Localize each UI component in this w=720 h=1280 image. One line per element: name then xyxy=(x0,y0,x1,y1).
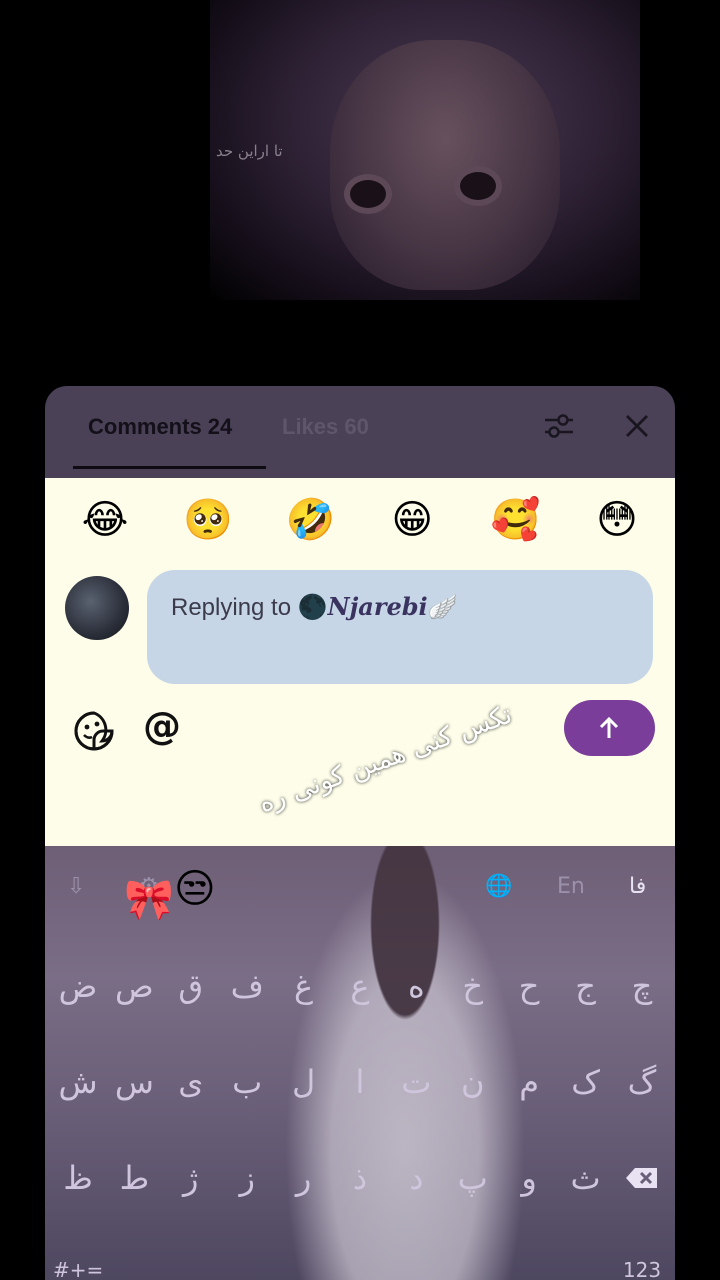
keyboard-lang-en[interactable]: En xyxy=(557,874,585,899)
keyboard-row-3: ظ ط ژ ز ر ذ د پ و ث xyxy=(53,1148,667,1208)
tab-comments[interactable]: Comments 24 xyxy=(88,414,232,440)
reply-user-emoji: 🌑 xyxy=(297,594,328,621)
comment-input[interactable]: Replying to 🌑𝑵𝒋𝒂𝒓𝒆𝒃𝒊🪽 xyxy=(147,570,653,684)
video-eye-left xyxy=(350,180,386,208)
comments-sheet: Comments 24 Likes 60 😂 🥺 🤣 😁 🥰 😳 Replyin… xyxy=(45,386,675,1280)
replying-prefix: Replying to xyxy=(171,594,298,621)
mention-at-button[interactable]: @ xyxy=(143,704,181,748)
keyboard-row-4: #+= 123 xyxy=(53,1240,667,1280)
emoji-grin[interactable]: 😁 xyxy=(388,496,436,544)
globe-icon[interactable]: 🌐 xyxy=(485,874,512,899)
emoji-flushed[interactable]: 😳 xyxy=(593,496,641,544)
key[interactable]: ق xyxy=(166,956,216,1016)
key[interactable]: ک xyxy=(561,1052,611,1112)
avatar xyxy=(65,576,129,640)
keyboard-row-1: ض ص ق ف غ ع ه خ ح ج چ xyxy=(53,956,667,1016)
symbols-key[interactable]: #+= xyxy=(53,1240,103,1280)
key[interactable]: س xyxy=(109,1052,159,1112)
key[interactable]: خ xyxy=(448,956,498,1016)
video-eye-right xyxy=(460,172,496,200)
emoji-pleading[interactable]: 🥺 xyxy=(183,496,233,544)
wing-icon: 🪽 xyxy=(427,594,458,621)
key[interactable]: گ xyxy=(617,1052,667,1112)
key[interactable]: ض xyxy=(53,956,103,1016)
video-caption: تا اراین حد xyxy=(216,142,283,160)
key[interactable]: چ xyxy=(617,956,667,1016)
key[interactable]: ف xyxy=(222,956,272,1016)
quick-emoji-row: 😂 🥺 🤣 😁 🥰 😳 xyxy=(81,496,641,544)
sliders-icon[interactable] xyxy=(543,410,575,442)
key[interactable]: ظ xyxy=(53,1148,103,1208)
key[interactable]: ن xyxy=(448,1052,498,1112)
key[interactable]: ب xyxy=(222,1052,272,1112)
send-button[interactable] xyxy=(564,700,655,756)
key[interactable]: ژ xyxy=(166,1148,216,1208)
video-subject xyxy=(330,40,560,290)
key[interactable]: ر xyxy=(279,1148,329,1208)
key[interactable]: ط xyxy=(109,1148,159,1208)
sticker-icon[interactable] xyxy=(73,710,115,752)
key[interactable]: د xyxy=(391,1148,441,1208)
key[interactable]: ج xyxy=(561,956,611,1016)
smirk-emoji: 😒 xyxy=(174,866,216,912)
replying-to-label: Replying to 🌑𝑵𝒋𝒂𝒓𝒆𝒃𝒊🪽 xyxy=(171,592,458,622)
emoji-hearts[interactable]: 🥰 xyxy=(491,496,541,544)
key[interactable]: غ xyxy=(279,956,329,1016)
key[interactable]: ز xyxy=(222,1148,272,1208)
key[interactable]: ذ xyxy=(335,1148,385,1208)
key[interactable]: پ xyxy=(448,1148,498,1208)
keyboard-collapse-icon[interactable]: ⇩ xyxy=(67,874,85,899)
close-icon[interactable] xyxy=(623,412,651,440)
key[interactable]: ح xyxy=(504,956,554,1016)
ribbon-icon: 🎀 xyxy=(124,877,174,923)
key[interactable]: ه xyxy=(391,956,441,1016)
emoji-rofl[interactable]: 🤣 xyxy=(286,496,336,544)
key[interactable]: ل xyxy=(279,1052,329,1112)
key[interactable]: ا xyxy=(335,1052,385,1112)
key[interactable]: ت xyxy=(391,1052,441,1112)
key[interactable]: ش xyxy=(53,1052,103,1112)
key[interactable]: ع xyxy=(335,956,385,1016)
backspace-icon[interactable] xyxy=(617,1148,667,1208)
composer-area: 😂 🥺 🤣 😁 🥰 😳 Replying to 🌑𝑵𝒋𝒂𝒓𝒆𝒃𝒊🪽 @ xyxy=(45,478,675,846)
key[interactable]: م xyxy=(504,1052,554,1112)
arrow-up-icon xyxy=(599,716,619,738)
active-tab-indicator xyxy=(73,466,266,469)
key[interactable]: ث xyxy=(561,1148,611,1208)
keyboard-lang-fa[interactable]: فا xyxy=(629,874,646,899)
numbers-key[interactable]: 123 xyxy=(617,1240,667,1280)
key[interactable]: ی xyxy=(166,1052,216,1112)
emoji-tears-of-joy[interactable]: 😂 xyxy=(81,496,129,544)
sheet-header: Comments 24 Likes 60 xyxy=(45,386,675,478)
key[interactable]: و xyxy=(504,1148,554,1208)
tab-likes[interactable]: Likes 60 xyxy=(282,414,369,440)
keyboard-row-2: ش س ی ب ل ا ت ن م ک گ xyxy=(53,1052,667,1112)
reply-username: 𝑵𝒋𝒂𝒓𝒆𝒃𝒊 xyxy=(327,592,428,621)
key[interactable]: ص xyxy=(109,956,159,1016)
